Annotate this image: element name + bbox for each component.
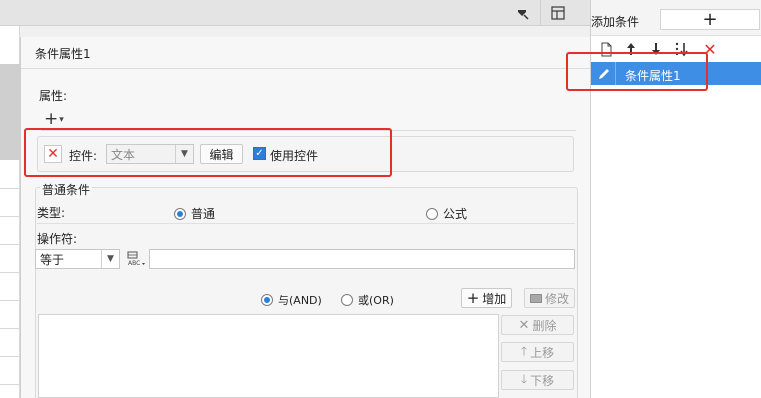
- type-label: 类型:: [37, 206, 66, 220]
- delete-button-label: 删除: [532, 318, 557, 333]
- add-button[interactable]: + 增加: [461, 288, 512, 308]
- sheet-row-line: [0, 384, 20, 385]
- arrow-down-icon: 🡓: [520, 371, 528, 386]
- dropdown-arrow-icon[interactable]: [512, 4, 532, 22]
- highlight-box-condition-list: [566, 52, 708, 91]
- radio-and[interactable]: [261, 294, 273, 306]
- add-condition-label: 添加条件: [591, 15, 640, 29]
- edit-button[interactable]: 编辑: [200, 144, 243, 164]
- add-button-label: 增加: [482, 291, 507, 306]
- close-icon: ✕: [47, 146, 59, 162]
- chevron-down-icon: ▼: [101, 250, 119, 268]
- use-control-label: 使用控件: [270, 149, 319, 163]
- control-label: 控件:: [69, 149, 98, 163]
- close-icon: ✕: [518, 317, 530, 333]
- operator-select[interactable]: 等于 ▼: [35, 249, 120, 269]
- chevron-down-icon: ▼: [175, 145, 193, 163]
- dialog-title: 条件属性1: [35, 47, 91, 61]
- sheet-row-line: [0, 216, 20, 217]
- sheet-row-line: [0, 300, 20, 301]
- type-option-formula-label: 公式: [443, 207, 468, 221]
- modify-button[interactable]: 修改: [524, 288, 575, 308]
- top-toolbar: [0, 0, 590, 26]
- sheet-row-line: [0, 272, 20, 273]
- condition-value-input[interactable]: [149, 249, 575, 269]
- add-condition-button[interactable]: +: [660, 9, 760, 30]
- modify-button-label: 修改: [544, 291, 569, 306]
- layout-icon[interactable]: [548, 4, 568, 22]
- control-type-value: 文本: [111, 147, 136, 162]
- value-type-icon[interactable]: ABC: [125, 249, 147, 269]
- plus-icon: +: [44, 109, 59, 129]
- control-type-select[interactable]: 文本 ▼: [106, 144, 194, 164]
- arrow-up-icon: 🡑: [520, 343, 528, 358]
- logic-option-or[interactable]: 或(OR): [341, 292, 394, 308]
- add-property-button[interactable]: + ▾: [44, 110, 74, 129]
- edit-button-label: 编辑: [209, 147, 234, 162]
- logic-option-and[interactable]: 与(AND): [261, 292, 322, 308]
- radio-formula[interactable]: [426, 207, 438, 220]
- svg-text:ABC: ABC: [128, 260, 140, 267]
- title-separator: [21, 68, 591, 69]
- operator-label: 操作符:: [37, 232, 78, 246]
- delete-button[interactable]: ✕ 删除: [501, 315, 574, 335]
- radio-or[interactable]: [341, 294, 353, 306]
- normal-condition-label: 普通条件: [40, 181, 93, 198]
- sheet-row-line: [0, 356, 20, 357]
- logic-option-or-label: 或(OR): [358, 294, 394, 307]
- property-section-label: 属性:: [39, 89, 68, 103]
- toolbar-divider: [540, 0, 541, 26]
- move-up-button-label: 上移: [530, 345, 555, 360]
- sheet-gray-area: [0, 64, 20, 160]
- move-up-button[interactable]: 🡑 上移: [501, 342, 574, 362]
- remove-control-button[interactable]: ✕: [44, 145, 62, 163]
- sheet-row-line: [0, 188, 20, 189]
- type-option-normal-label: 普通: [191, 207, 216, 221]
- radio-normal[interactable]: [174, 207, 186, 220]
- condition-property-dialog: 条件属性1 属性: + ▾ ✕ 控件: 文本 ▼ 编辑 ✓ 使用控件 普通条件 …: [20, 37, 591, 398]
- sheet-row-line: [0, 244, 20, 245]
- operator-value: 等于: [40, 252, 65, 267]
- sheet-row-line: [0, 328, 20, 329]
- use-control-checkbox[interactable]: ✓: [253, 147, 266, 160]
- move-down-button-label: 下移: [530, 373, 555, 388]
- logic-option-and-label: 与(AND): [278, 294, 322, 307]
- type-option-normal[interactable]: 普通: [174, 205, 215, 222]
- type-option-formula[interactable]: 公式: [426, 205, 467, 222]
- plus-icon: +: [466, 288, 480, 307]
- condition-list[interactable]: [38, 314, 499, 398]
- move-down-button[interactable]: 🡓 下移: [501, 370, 574, 390]
- modify-icon: [529, 293, 542, 303]
- type-divider: [37, 223, 575, 224]
- chevron-down-icon: ▾: [59, 114, 64, 125]
